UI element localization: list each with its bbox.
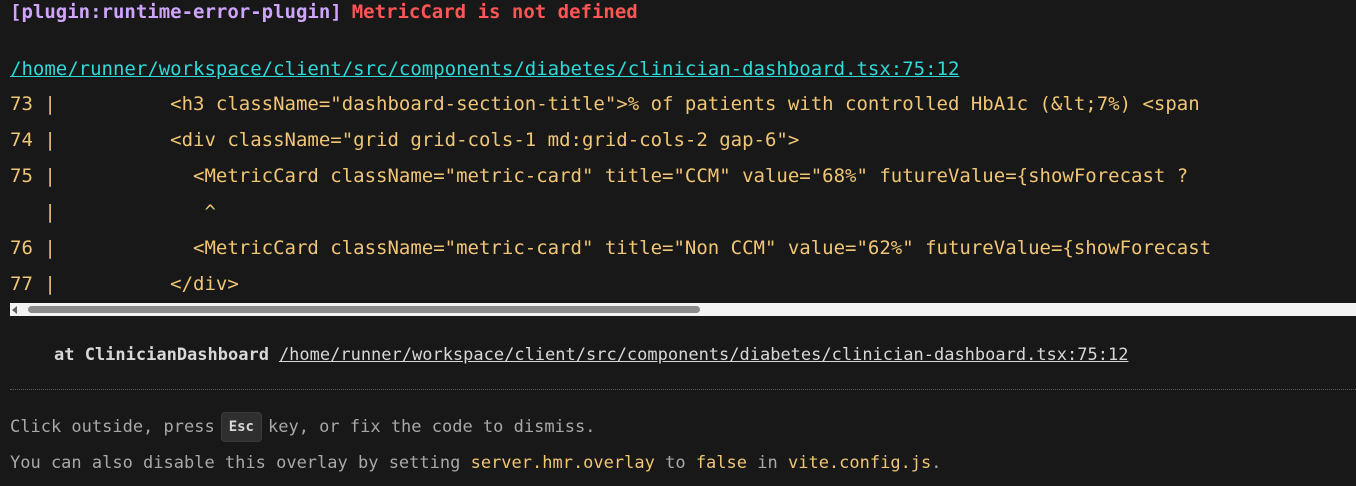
disable-tip-text: You can also disable this overlay by set… <box>10 453 461 473</box>
config-file: vite.config.js <box>787 453 932 473</box>
stack-trace: at ClinicianDashboard/home/runner/worksp… <box>54 343 1128 367</box>
code-frame: 73 | <h3 className="dashboard-section-ti… <box>0 86 1356 302</box>
scrollbar-thumb[interactable] <box>28 306 700 313</box>
setting-value: false <box>695 453 747 473</box>
code-line-caret: | ^ <box>10 201 216 223</box>
stack-function: at ClinicianDashboard <box>54 345 269 365</box>
code-line-74: 74 | <div className="grid grid-cols-1 md… <box>10 129 800 151</box>
code-line-77: 77 | </div> <box>10 273 239 295</box>
disable-overlay-tip: You can also disable this overlay by set… <box>10 448 942 478</box>
scroll-left-arrow-icon[interactable] <box>12 306 17 314</box>
horizontal-scrollbar[interactable] <box>10 303 1356 316</box>
dismiss-tip-text-before: Click outside, press <box>10 417 215 437</box>
disable-tip-in: in <box>757 453 778 473</box>
code-line-75: 75 | <MetricCard className="metric-card"… <box>10 165 1189 187</box>
error-message: MetricCard is not defined <box>351 1 638 23</box>
code-line-76: 76 | <MetricCard className="metric-card"… <box>10 237 1212 259</box>
plugin-name: [plugin:runtime-error-plugin] <box>10 1 342 23</box>
disable-tip-to: to <box>665 453 686 473</box>
disable-tip-end: . <box>931 453 942 473</box>
dismiss-tip-text-after: key, or fix the code to dismiss. <box>268 417 596 437</box>
dismiss-tip: Click outside, press Esc key, or fix the c… <box>10 412 596 442</box>
divider <box>10 389 1356 390</box>
code-line-73: 73 | <h3 className="dashboard-section-ti… <box>10 93 1200 115</box>
error-file-link[interactable]: /home/runner/workspace/client/src/compon… <box>10 56 959 82</box>
stack-file-link[interactable]: /home/runner/workspace/client/src/compon… <box>279 345 1129 365</box>
esc-key: Esc <box>220 412 262 442</box>
error-header: [plugin:runtime-error-plugin] MetricCard … <box>10 0 638 24</box>
setting-name: server.hmr.overlay <box>470 453 655 473</box>
